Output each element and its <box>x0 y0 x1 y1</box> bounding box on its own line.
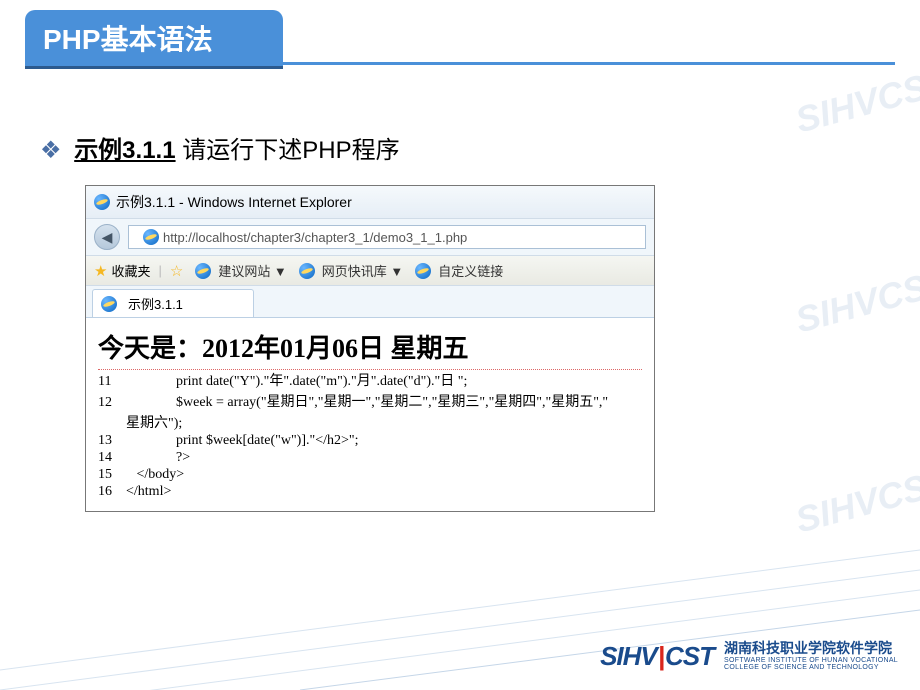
browser-window: 示例3.1.1 - Windows Internet Explorer ◀ ht… <box>85 185 655 512</box>
logo-english-1: SOFTWARE INSTITUTE OF HUNAN VOCATIONAL <box>724 657 898 665</box>
browser-titlebar: 示例3.1.1 - Windows Internet Explorer <box>86 186 654 218</box>
separator: | <box>158 263 161 278</box>
logo-acronym: SIHV|CST <box>600 641 714 672</box>
tab-label: 示例3.1.1 <box>128 294 183 313</box>
code-line-12b: 星期六"); <box>98 412 642 432</box>
logo-text: 湖南科技职业学院软件学院 SOFTWARE INSTITUTE OF HUNAN… <box>724 641 898 672</box>
page-icon <box>143 229 159 245</box>
ie-icon <box>94 194 110 210</box>
logo-english-2: COLLEGE OF SCIENCE AND TECHNOLOGY <box>724 664 898 672</box>
code-line-11: 11print date("Y")."年".date("m")."月".date… <box>98 369 642 390</box>
example-text: 请运行下述PHP程序 <box>176 137 400 164</box>
star-icon: ☆ <box>170 262 183 280</box>
code-line-14: 14?> <box>98 450 642 466</box>
link-custom-label: 自定义链接 <box>438 261 503 280</box>
ie-icon <box>299 263 315 279</box>
address-bar[interactable]: http://localhost/chapter3/chapter3_1/dem… <box>128 225 646 249</box>
watermark: SIHVCST <box>791 461 920 542</box>
back-button[interactable]: ◀ <box>94 224 120 250</box>
ie-icon <box>195 263 211 279</box>
example-label: 示例3.1.1 <box>74 137 175 164</box>
code-line-15: 15 </body> <box>98 467 642 483</box>
institution-logo: SIHV|CST 湖南科技职业学院软件学院 SOFTWARE INSTITUTE… <box>600 641 898 672</box>
browser-tab[interactable]: 示例3.1.1 <box>92 289 254 317</box>
code-line-12: 12$week = array("星期日","星期一","星期二","星期三",… <box>98 391 642 411</box>
favorites-bar: ★ 收藏夹 | ☆ 建议网站 ▼ 网页快讯库 ▼ 自定义链接 <box>86 255 654 285</box>
code-line-13: 13print $week[date("w")]."</h2>"; <box>98 433 642 449</box>
tab-strip: 示例3.1.1 <box>86 285 654 317</box>
page-content: 今天是：2012年01月06日 星期五 11print date("Y")."年… <box>86 317 654 511</box>
link-webslice[interactable]: 网页快讯库 ▼ <box>291 261 403 280</box>
title-underline <box>25 62 895 65</box>
star-icon[interactable]: ★ <box>94 262 107 280</box>
watermark: SIHVCST <box>791 261 920 342</box>
url-text: http://localhost/chapter3/chapter3_1/dem… <box>163 230 467 245</box>
link-custom[interactable]: 自定义链接 <box>407 261 503 280</box>
watermark: SIHVCST <box>791 61 920 142</box>
ie-icon <box>415 263 431 279</box>
link-suggest-label: 建议网站 ▼ <box>218 261 286 280</box>
tab-icon <box>101 296 117 312</box>
link-suggest-sites[interactable]: 建议网站 ▼ <box>187 261 286 280</box>
example-bullet: ❖ 示例3.1.1 请运行下述PHP程序 <box>40 130 400 165</box>
logo-chinese: 湖南科技职业学院软件学院 <box>724 641 898 656</box>
bullet-icon: ❖ <box>40 137 62 164</box>
browser-nav-row: ◀ http://localhost/chapter3/chapter3_1/d… <box>86 218 654 255</box>
favorites-label[interactable]: 收藏夹 <box>111 261 150 280</box>
link-quick-label: 网页快讯库 ▼ <box>322 261 403 280</box>
window-title-text: 示例3.1.1 - Windows Internet Explorer <box>116 192 352 212</box>
slide-title: PHP基本语法 <box>25 10 283 69</box>
output-headline: 今天是：2012年01月06日 星期五 <box>98 328 642 365</box>
code-line-16: 16</html> <box>98 484 642 500</box>
